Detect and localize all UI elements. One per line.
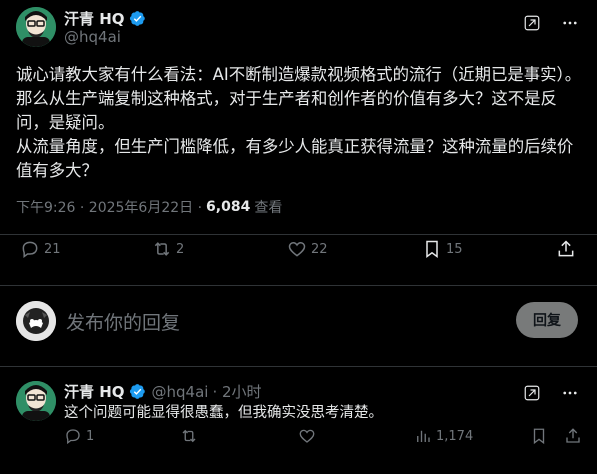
bookmark-icon [533,428,545,445]
verified-badge-icon [129,11,145,26]
reply-views-count: 1,174 [436,428,474,444]
reply-button[interactable]: 回复 [516,302,578,338]
reply-reply-count: 1 [86,428,95,444]
more-icon[interactable] [557,10,583,36]
bookmark-icon [426,240,438,258]
like-action[interactable]: 22 [287,239,328,259]
reply-header: 汗青 HQ @hq4ai · 2小时 [64,381,262,402]
reply-icon [66,429,80,445]
reply-author-name[interactable]: 汗青 HQ [64,381,125,402]
grok-icon[interactable] [519,380,545,406]
reply-author-avatar[interactable] [16,381,56,421]
reply-input[interactable]: 发布你的回复 [66,308,180,335]
share-action[interactable] [556,239,576,259]
reply-count: 21 [44,241,61,257]
reply-icon [22,241,38,258]
retweet-action[interactable]: 2 [152,239,184,259]
like-icon [288,241,306,257]
reply-action[interactable]: 21 [20,239,61,259]
reply-bookmark-action[interactable] [530,427,548,445]
views-label: 查看 [254,200,283,216]
share-icon [558,240,574,257]
bookmark-action[interactable]: 15 [422,239,463,259]
retweet-icon [154,242,170,256]
retweet-icon [182,429,196,443]
tweet-meta: 下午9:26 · 2025年6月22日 · 6,084 查看 [16,197,282,217]
share-icon [566,428,580,443]
reply-views-action[interactable]: 1,174 [414,427,473,445]
reply-text: 这个问题可能显得很愚蠢，但我确实没思考清楚。 [64,405,383,421]
author-handle[interactable]: @hq4ai [64,28,121,46]
like-icon [299,429,315,443]
reply-author-handle[interactable]: @hq4ai [152,383,209,401]
reply-share-action[interactable] [564,427,582,445]
grok-icon[interactable] [519,10,545,36]
views-count: 6,084 [206,199,251,215]
verified-badge-icon [129,384,145,399]
divider [0,234,597,235]
author-name[interactable]: 汗青 HQ [64,8,125,29]
divider [0,285,597,286]
reply-reply-action[interactable]: 1 [64,427,94,445]
author-avatar[interactable] [16,7,56,47]
divider [0,366,597,367]
reply-time[interactable]: · 2小时 [212,381,261,402]
like-count: 22 [311,241,328,257]
reply-retweet-action[interactable] [180,427,198,445]
bookmark-count: 15 [446,241,463,257]
retweet-count: 2 [176,241,185,257]
tweet-timestamp[interactable]: 下午9:26 · 2025年6月22日 · [16,197,202,217]
tweet-text: 诚心请教大家有什么看法：AI不断制造爆款视频格式的流行（近期已是事实）。那么从生… [16,65,582,180]
reply-like-action[interactable] [298,427,316,445]
views-icon [417,430,430,442]
my-avatar[interactable] [16,301,56,341]
more-icon[interactable] [557,380,583,406]
